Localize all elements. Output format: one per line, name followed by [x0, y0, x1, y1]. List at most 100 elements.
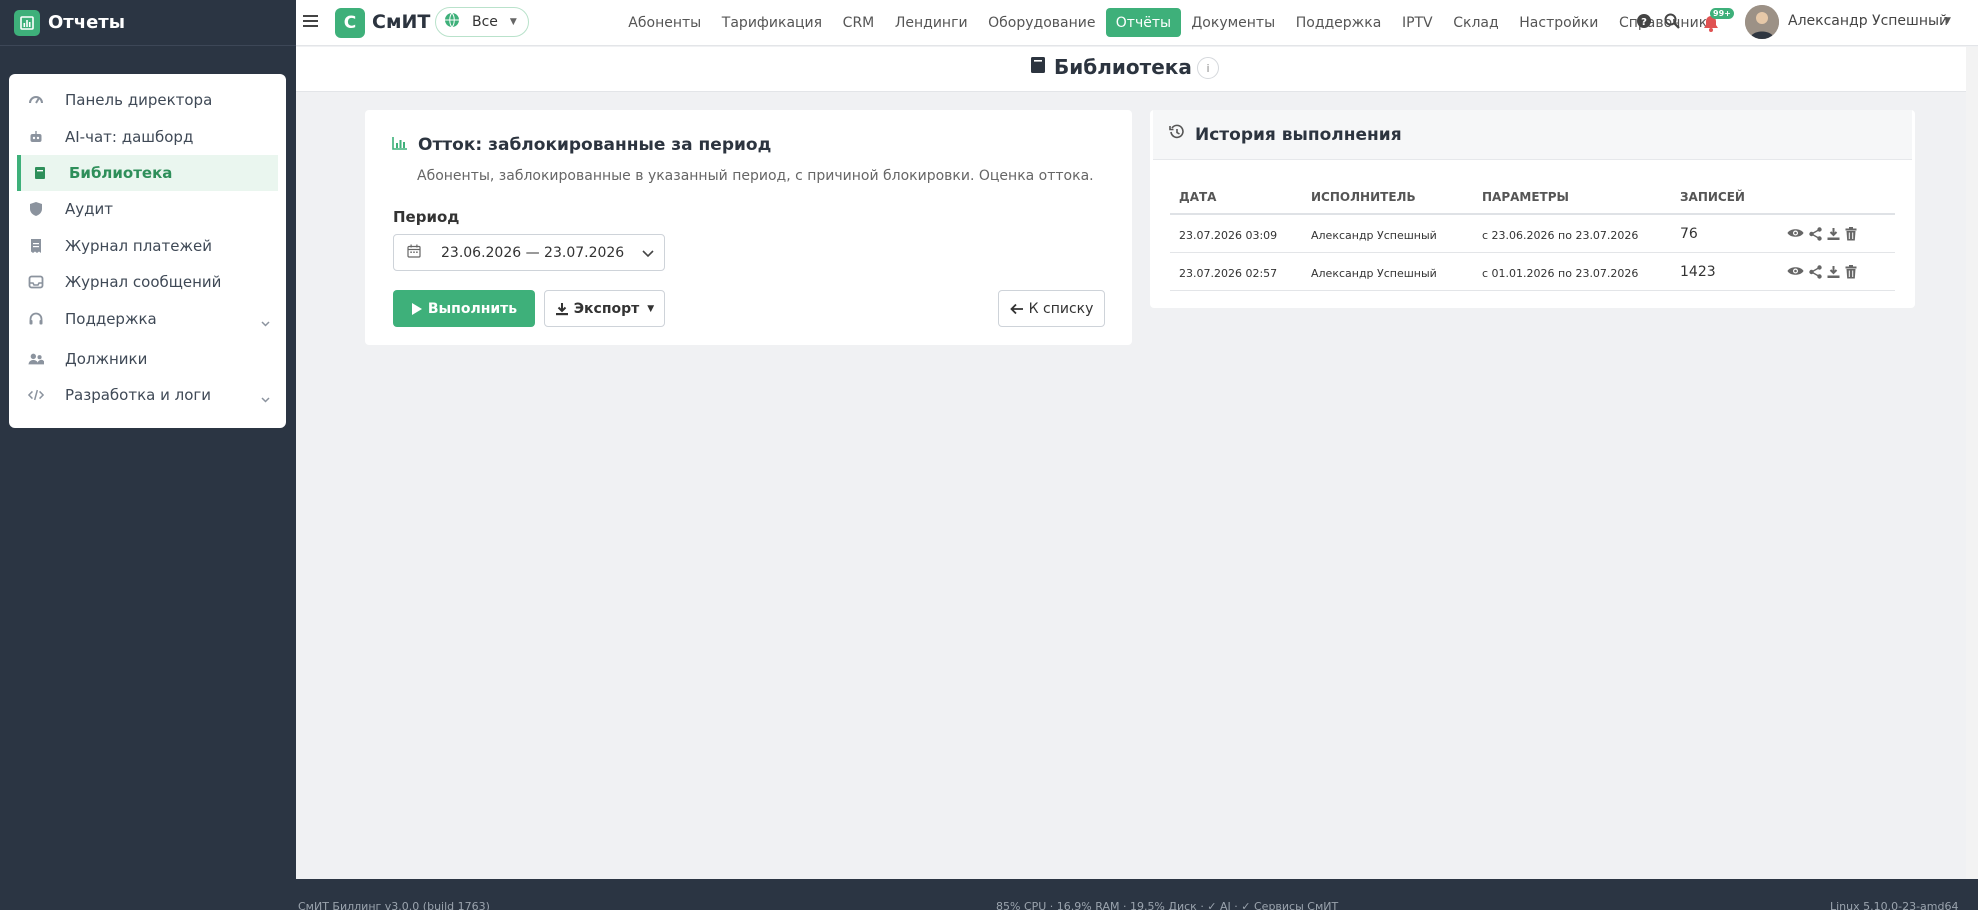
nav-iptv[interactable]: IPTV: [1392, 8, 1443, 37]
run-button[interactable]: Выполнить: [393, 290, 535, 327]
sidebar-item-debtors[interactable]: Должники: [9, 341, 286, 377]
scope-selector[interactable]: Все ▼: [435, 7, 529, 37]
period-input[interactable]: 23.06.2026 — 23.07.2026: [393, 234, 665, 271]
reports-logo-icon: [14, 9, 40, 36]
search-icon[interactable]: [1664, 13, 1680, 33]
share-icon[interactable]: [1809, 265, 1822, 279]
chevron-down-icon: [642, 246, 654, 262]
sidebar-item-label: Журнал сообщений: [65, 273, 222, 291]
sidebar-item-payments-log[interactable]: Журнал платежей: [9, 228, 286, 264]
info-icon[interactable]: i: [1197, 57, 1219, 79]
back-to-list-button[interactable]: К списку: [998, 290, 1105, 327]
trash-icon[interactable]: [1845, 265, 1857, 279]
report-description: Абоненты, заблокированные в указанный пе…: [417, 168, 1094, 184]
sidebar-item-messages-log[interactable]: Журнал сообщений: [9, 264, 286, 300]
caret-down-icon: ▼: [509, 17, 517, 27]
nav-crm[interactable]: CRM: [832, 8, 884, 37]
report-title-text: Отток: заблокированные за период: [418, 135, 772, 155]
sidebar-title: Отчеты: [48, 12, 126, 33]
sidebar-item-label: Журнал платежей: [65, 236, 212, 255]
main-nav: Абоненты Тарификация CRM Лендинги Оборуд…: [618, 8, 1727, 37]
user-name[interactable]: Александр Успешный: [1788, 13, 1948, 29]
nav-tariffication[interactable]: Тарификация: [712, 8, 833, 37]
sidebar: Отчеты Панель директора AI-чат: дашборд …: [0, 0, 296, 910]
row-params: с 01.01.2026 по 23.07.2026: [1482, 267, 1639, 280]
sidebar-item-label: Библиотека: [69, 164, 173, 182]
share-icon[interactable]: [1809, 227, 1822, 241]
help-icon[interactable]: ?: [1636, 13, 1652, 33]
nav-settings[interactable]: Настройки: [1509, 8, 1609, 37]
sidebar-item-label: Должники: [65, 349, 148, 368]
table-row: 23.07.2026 02:57 Александр Успешный с 01…: [1170, 253, 1895, 291]
robot-icon: [28, 129, 44, 145]
chevron-down-icon: [261, 313, 270, 331]
nav-support[interactable]: Поддержка: [1285, 8, 1391, 37]
globe-icon: [444, 12, 460, 32]
sidebar-item-director-panel[interactable]: Панель директора: [9, 82, 286, 118]
code-icon: [28, 387, 44, 403]
download-icon[interactable]: [1827, 265, 1840, 279]
sidebar-item-label: AI-чат: дашборд: [65, 127, 194, 146]
nav-warehouse[interactable]: Склад: [1443, 8, 1509, 37]
topbar: С СмИТ Все ▼ Абоненты Тарификация CRM Ле…: [296, 0, 1978, 46]
scrollbar[interactable]: [1966, 47, 1978, 879]
book-icon: [32, 165, 48, 181]
page-title-text: Библиотека: [1054, 55, 1192, 79]
nav-documents[interactable]: Документы: [1181, 8, 1285, 37]
arrow-left-icon: [1009, 303, 1024, 315]
export-button[interactable]: Экспорт ▼: [544, 290, 665, 327]
caret-down-icon: ▼: [647, 303, 655, 314]
sidebar-item-audit[interactable]: Аудит: [9, 191, 286, 227]
caret-down-icon[interactable]: ▼: [1944, 16, 1951, 26]
users-icon: [28, 351, 44, 367]
avatar[interactable]: [1745, 5, 1779, 39]
sidebar-item-label: Панель директора: [65, 91, 213, 109]
back-button-label: К списку: [1028, 300, 1094, 317]
table-row: 23.07.2026 03:09 Александр Успешный с 23…: [1170, 215, 1895, 253]
sidebar-item-label: Аудит: [65, 200, 113, 218]
eye-icon[interactable]: [1787, 227, 1804, 241]
nav-landings[interactable]: Лендинги: [885, 8, 978, 37]
brand-name[interactable]: СмИТ: [372, 11, 430, 33]
row-records: 76: [1680, 226, 1698, 242]
row-date: 23.07.2026 03:09: [1179, 229, 1278, 242]
trash-icon[interactable]: [1845, 227, 1857, 241]
row-records: 1423: [1680, 264, 1716, 280]
eye-icon[interactable]: [1787, 265, 1804, 279]
sidebar-item-dev-logs[interactable]: Разработка и логи: [9, 377, 286, 413]
download-icon: [555, 302, 569, 316]
row-date: 23.07.2026 02:57: [1179, 267, 1278, 280]
play-icon: [411, 302, 423, 316]
period-value: 23.06.2026 — 23.07.2026: [441, 244, 625, 261]
history-title: История выполнения: [1195, 124, 1402, 145]
brand-logo[interactable]: С: [335, 8, 365, 38]
hamburger-menu-icon[interactable]: [303, 14, 319, 32]
column-header-date: ДАТА: [1179, 190, 1217, 204]
svg-text:?: ?: [1641, 17, 1647, 28]
history-table: ДАТА ИСПОЛНИТЕЛЬ ПАРАМЕТРЫ ЗАПИСЕЙ 23.07…: [1170, 178, 1895, 291]
row-executor: Александр Успешный: [1311, 267, 1437, 280]
nav-equipment[interactable]: Оборудование: [978, 8, 1106, 37]
row-executor: Александр Успешный: [1311, 229, 1437, 242]
column-header-executor: ИСПОЛНИТЕЛЬ: [1311, 190, 1416, 204]
download-icon[interactable]: [1827, 227, 1840, 241]
page-title: Библиотека: [1030, 55, 1192, 79]
nav-subscribers[interactable]: Абоненты: [618, 8, 712, 37]
table-header-row: ДАТА ИСПОЛНИТЕЛЬ ПАРАМЕТРЫ ЗАПИСЕЙ: [1170, 178, 1895, 215]
sidebar-item-library[interactable]: Библиотека: [17, 155, 278, 191]
sidebar-item-label: Поддержка: [65, 309, 157, 328]
book-icon: [1030, 55, 1046, 79]
column-header-records: ЗАПИСЕЙ: [1680, 190, 1745, 204]
receipt-icon: [28, 238, 44, 254]
footer-os: Linux 5.10.0-23-amd64: [1830, 900, 1959, 910]
sidebar-item-ai-chat[interactable]: AI-чат: дашборд: [9, 119, 286, 155]
sidebar-item-support[interactable]: Поддержка: [9, 301, 286, 337]
report-card: Отток: заблокированные за период Абонент…: [365, 110, 1132, 345]
gauge-icon: [28, 92, 44, 108]
chart-icon: [392, 135, 408, 155]
footer-system-status: 85% CPU · 16.9% RAM · 19.5% Диск · ✓ AI …: [996, 900, 1339, 910]
chevron-down-icon: [261, 389, 270, 407]
nav-reports[interactable]: Отчёты: [1105, 8, 1182, 37]
period-label: Период: [393, 208, 460, 226]
row-actions: [1787, 227, 1857, 241]
